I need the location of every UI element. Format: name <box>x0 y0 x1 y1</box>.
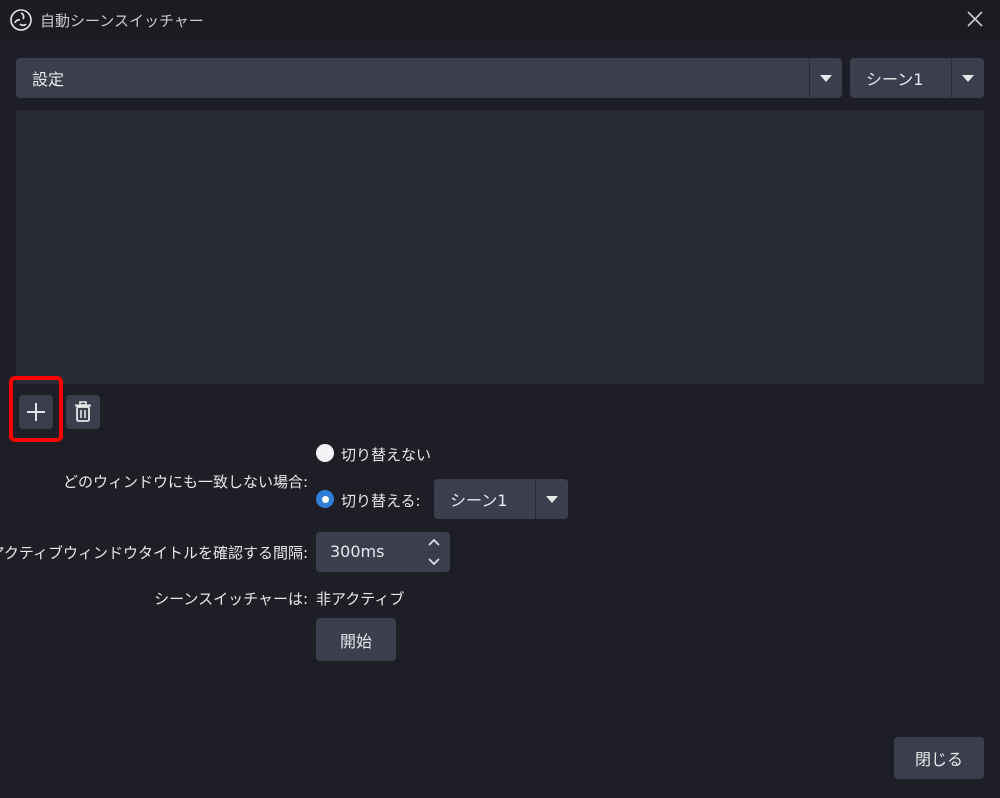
highlight-box <box>9 376 63 442</box>
no-match-scene-value: シーン1 <box>450 491 508 510</box>
interval-value[interactable]: 300ms <box>330 542 384 561</box>
close-icon[interactable] <box>964 8 986 30</box>
title-bar: 自動シーンスイッチャー <box>0 0 1000 40</box>
no-match-label: どのウィンドウにも一致しない場合: <box>62 473 308 491</box>
radio-dont-switch[interactable] <box>316 444 334 462</box>
window-select[interactable]: 設定 <box>16 58 842 98</box>
close-button[interactable]: 閉じる <box>894 737 984 779</box>
obs-logo-icon <box>10 9 32 31</box>
status-value: 非アクティブ <box>316 590 405 608</box>
scene-select[interactable]: シーン1 <box>850 58 984 98</box>
chevron-down-icon[interactable] <box>535 479 568 519</box>
spin-up-button[interactable] <box>418 532 450 552</box>
window-scene-list[interactable] <box>16 110 984 384</box>
chevron-down-icon[interactable] <box>951 58 984 98</box>
scene-select-value: シーン1 <box>866 70 924 89</box>
trash-icon <box>75 401 91 422</box>
no-match-scene-select[interactable]: シーン1 <box>434 479 568 519</box>
window-title: 自動シーンスイッチャー <box>40 12 204 30</box>
interval-label: アクティブウィンドウタイトルを確認する間隔: <box>0 544 308 562</box>
interval-spinbox[interactable]: 300ms <box>316 532 450 572</box>
chevron-down-icon[interactable] <box>809 58 842 98</box>
radio-switch-label[interactable]: 切り替える: <box>341 490 421 511</box>
spin-down-button[interactable] <box>418 552 450 572</box>
radio-switch[interactable] <box>316 490 334 508</box>
status-label: シーンスイッチャーは: <box>154 590 308 608</box>
chevron-up-icon <box>428 538 440 546</box>
delete-button[interactable] <box>66 395 100 429</box>
chevron-down-icon <box>428 558 440 566</box>
start-button[interactable]: 開始 <box>316 618 396 661</box>
radio-dont-switch-label[interactable]: 切り替えない <box>341 444 431 465</box>
window-select-value: 設定 <box>32 70 65 89</box>
